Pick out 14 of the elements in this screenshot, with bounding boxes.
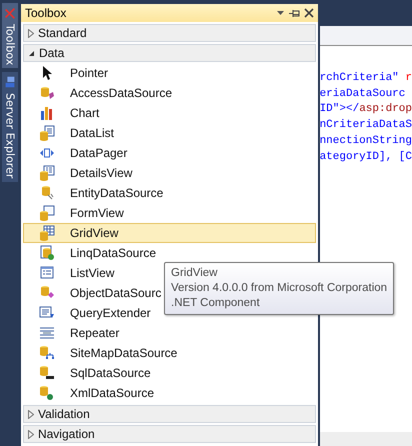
code-line: eriaDataSourc xyxy=(320,86,406,102)
code-line: rchCriteria" r xyxy=(320,71,412,86)
group-label: Standard xyxy=(38,26,87,40)
group-label: Validation xyxy=(38,407,90,421)
panel-title: Toolbox xyxy=(24,6,68,20)
group-label: Data xyxy=(38,46,64,60)
tooltip-text: Version 4.0.0.0 from Microsoft Corporation xyxy=(171,281,388,296)
code-line: ID"></asp:drop xyxy=(320,102,412,118)
code-line: nnectionString xyxy=(320,134,412,149)
tooltip-title: GridView xyxy=(171,266,218,281)
code-line: ategoryID], [C xyxy=(320,150,412,165)
group-label: Navigation xyxy=(38,427,95,441)
tooltip-text: .NET Component xyxy=(171,296,261,311)
code-line: nCriteriaDataS xyxy=(320,118,412,134)
